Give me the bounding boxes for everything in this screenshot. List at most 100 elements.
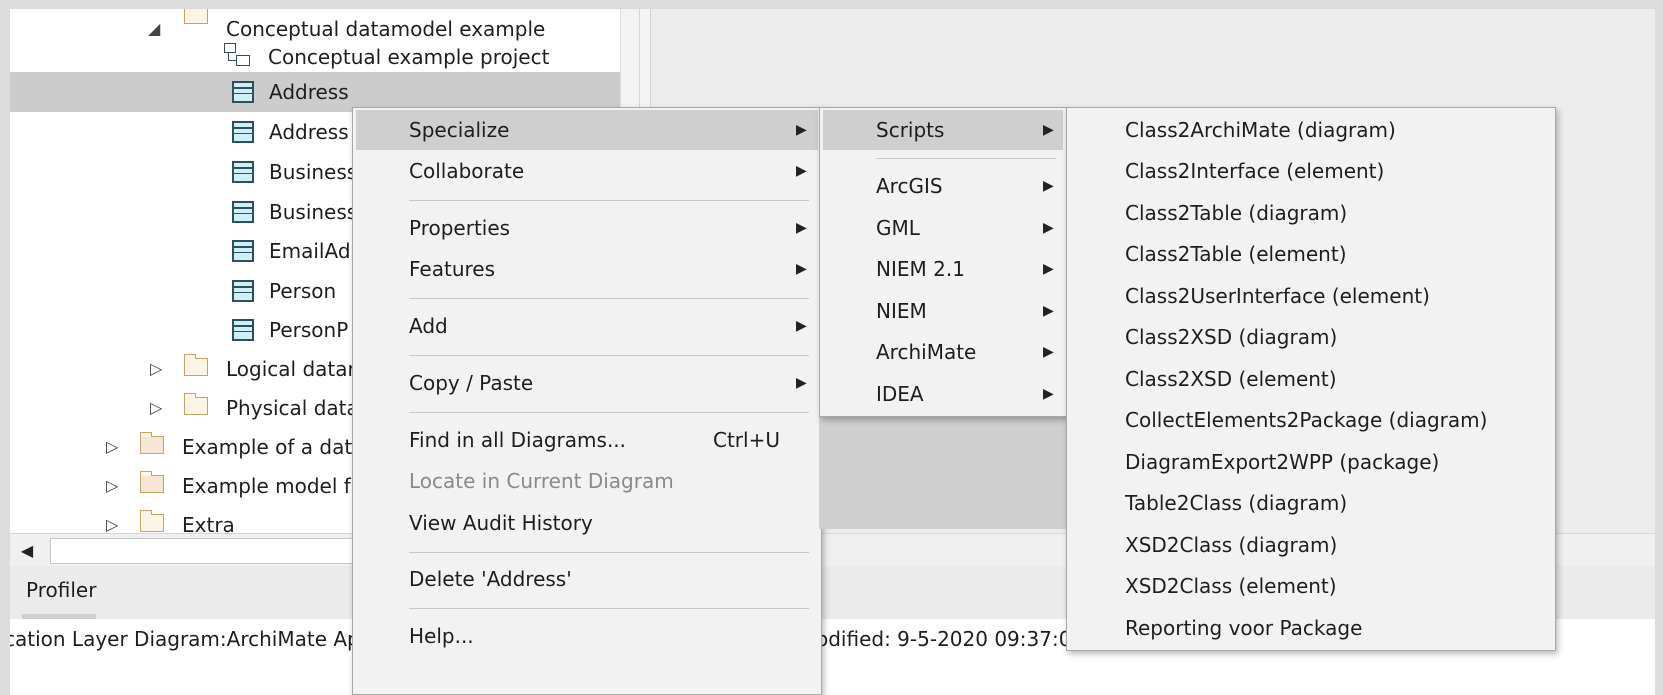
menu-item-label: ArcGIS <box>876 174 943 198</box>
script-item[interactable]: Table2Class (diagram) <box>1070 483 1552 523</box>
tree-item-label: Logical datar <box>226 357 356 381</box>
menu-item-label: Specialize <box>409 118 510 142</box>
expand-arrow-icon[interactable]: ▷ <box>150 349 162 389</box>
tree-item-label: Address <box>269 120 349 144</box>
menu-separator <box>409 412 809 413</box>
class-icon <box>232 81 254 103</box>
menu-separator <box>409 552 809 553</box>
menu-item-niem-2-1[interactable]: NIEM 2.1 ▶ <box>823 249 1063 289</box>
menu-item-scripts[interactable]: Scripts ▶ <box>823 110 1063 150</box>
script-item[interactable]: DiagramExport2WPP (package) <box>1070 442 1552 482</box>
tree-item-address-selected[interactable]: Address <box>10 72 620 112</box>
submenu-arrow-icon: ▶ <box>1043 303 1054 319</box>
script-item[interactable]: CollectElements2Package (diagram) <box>1070 400 1552 440</box>
menu-item-gml[interactable]: GML ▶ <box>823 208 1063 248</box>
menu-item-collaborate[interactable]: Collaborate ▶ <box>356 151 818 191</box>
status-diagram-info: cation Layer Diagram:ArchiMate App <box>10 627 373 651</box>
class-icon <box>232 121 254 143</box>
menu-item-label: NIEM <box>876 299 927 323</box>
menu-item-label: DiagramExport2WPP (package) <box>1125 450 1440 474</box>
menu-item-idea[interactable]: IDEA ▶ <box>823 374 1063 414</box>
script-item[interactable]: Class2ArchiMate (diagram) <box>1070 110 1552 150</box>
submenu-arrow-icon: ▶ <box>1043 220 1054 236</box>
expand-arrow-icon[interactable]: ▷ <box>106 427 118 467</box>
scripts-submenu: Class2ArchiMate (diagram) Class2Interfac… <box>1066 107 1556 651</box>
menu-item-arcgis[interactable]: ArcGIS ▶ <box>823 166 1063 206</box>
folder-icon <box>139 432 164 454</box>
script-item[interactable]: XSD2Class (element) <box>1070 566 1552 606</box>
script-item[interactable]: Reporting voor Package <box>1070 608 1552 648</box>
script-item[interactable]: Class2Table (diagram) <box>1070 193 1552 233</box>
submenu-arrow-icon: ▶ <box>1043 122 1054 138</box>
menu-item-label: Help... <box>409 624 474 648</box>
submenu-arrow-icon: ▶ <box>796 122 807 138</box>
menu-item-label: Table2Class (diagram) <box>1125 491 1348 515</box>
expand-arrow-icon[interactable]: ▷ <box>106 466 118 506</box>
submenu-arrow-icon: ▶ <box>1043 386 1054 402</box>
script-item[interactable]: Class2Interface (element) <box>1070 151 1552 191</box>
scroll-left-icon[interactable]: ◀ <box>10 534 44 567</box>
menu-item-label: Copy / Paste <box>409 371 534 395</box>
folder-icon <box>139 510 164 532</box>
menu-item-label: Class2XSD (diagram) <box>1125 325 1338 349</box>
menu-item-label: Class2ArchiMate (diagram) <box>1125 118 1396 142</box>
menu-item-delete[interactable]: Delete 'Address' <box>356 559 818 599</box>
expand-arrow-icon[interactable]: ▷ <box>150 388 162 428</box>
menu-item-label: XSD2Class (element) <box>1125 574 1337 598</box>
menu-item-specialize[interactable]: Specialize ▶ <box>356 110 818 150</box>
context-menu: Specialize ▶ Collaborate ▶ Properties ▶ … <box>352 107 822 695</box>
submenu-arrow-icon: ▶ <box>1043 344 1054 360</box>
menu-item-help[interactable]: Help... <box>356 616 818 656</box>
menu-item-label: Class2Table (diagram) <box>1125 201 1348 225</box>
menu-item-label: View Audit History <box>409 511 593 535</box>
script-item[interactable]: Class2XSD (diagram) <box>1070 317 1552 357</box>
menu-item-label: Scripts <box>876 118 945 142</box>
menu-separator <box>876 158 1056 159</box>
menu-item-label: Properties <box>409 216 511 240</box>
script-item[interactable]: Class2Table (element) <box>1070 234 1552 274</box>
tree-item-label: Business <box>269 160 358 184</box>
script-item[interactable]: Class2XSD (element) <box>1070 359 1552 399</box>
menu-item-locate-in-current-diagram: Locate in Current Diagram <box>356 461 818 501</box>
folder-icon <box>183 393 208 415</box>
script-item[interactable]: Class2UserInterface (element) <box>1070 276 1552 316</box>
menu-item-view-audit-history[interactable]: View Audit History <box>356 503 818 543</box>
menu-item-label: Delete 'Address' <box>409 567 572 591</box>
profiler-tab-label[interactable]: Profiler <box>26 578 96 602</box>
tree-item-label: Physical data <box>226 396 359 420</box>
tree-item-diagram[interactable]: Conceptual example project <box>220 37 620 77</box>
menu-shortcut: Ctrl+U <box>713 428 780 452</box>
submenu-shadow-area <box>819 417 1067 529</box>
menu-item-label: Locate in Current Diagram <box>409 469 674 493</box>
menu-separator <box>409 355 809 356</box>
class-icon <box>232 319 254 341</box>
menu-separator <box>409 608 809 609</box>
script-item[interactable]: XSD2Class (diagram) <box>1070 525 1552 565</box>
menu-item-niem[interactable]: NIEM ▶ <box>823 291 1063 331</box>
menu-item-label: XSD2Class (diagram) <box>1125 533 1338 557</box>
menu-item-properties[interactable]: Properties ▶ <box>356 208 818 248</box>
menu-item-find-in-all-diagrams[interactable]: Find in all Diagrams... Ctrl+U <box>356 420 818 460</box>
tree-item-label: Example of a dat <box>182 435 353 459</box>
menu-item-features[interactable]: Features ▶ <box>356 249 818 289</box>
status-modified: odified: 9-5-2020 09:37:02 <box>816 627 1085 651</box>
menu-item-label: IDEA <box>876 382 924 406</box>
tree-item-label: Person <box>269 279 337 303</box>
menu-item-label: Find in all Diagrams... <box>409 428 627 452</box>
menu-item-label: Class2Interface (element) <box>1125 159 1385 183</box>
collapse-arrow-icon[interactable]: ◢ <box>148 9 160 49</box>
menu-item-label: CollectElements2Package (diagram) <box>1125 408 1488 432</box>
class-icon <box>232 280 254 302</box>
tree-item-label: Address <box>269 80 349 104</box>
tree-item-label: PersonP <box>269 318 349 342</box>
menu-item-label: GML <box>876 216 920 240</box>
scrollbar-thumb[interactable] <box>50 538 362 564</box>
submenu-arrow-icon: ▶ <box>796 261 807 277</box>
menu-item-add[interactable]: Add ▶ <box>356 306 818 346</box>
menu-item-archimate[interactable]: ArchiMate ▶ <box>823 332 1063 372</box>
submenu-arrow-icon: ▶ <box>1043 261 1054 277</box>
submenu-arrow-icon: ▶ <box>1043 178 1054 194</box>
menu-item-copy-paste[interactable]: Copy / Paste ▶ <box>356 363 818 403</box>
menu-item-label: Class2Table (element) <box>1125 242 1347 266</box>
tree-item-label: EmailAd <box>269 239 351 263</box>
